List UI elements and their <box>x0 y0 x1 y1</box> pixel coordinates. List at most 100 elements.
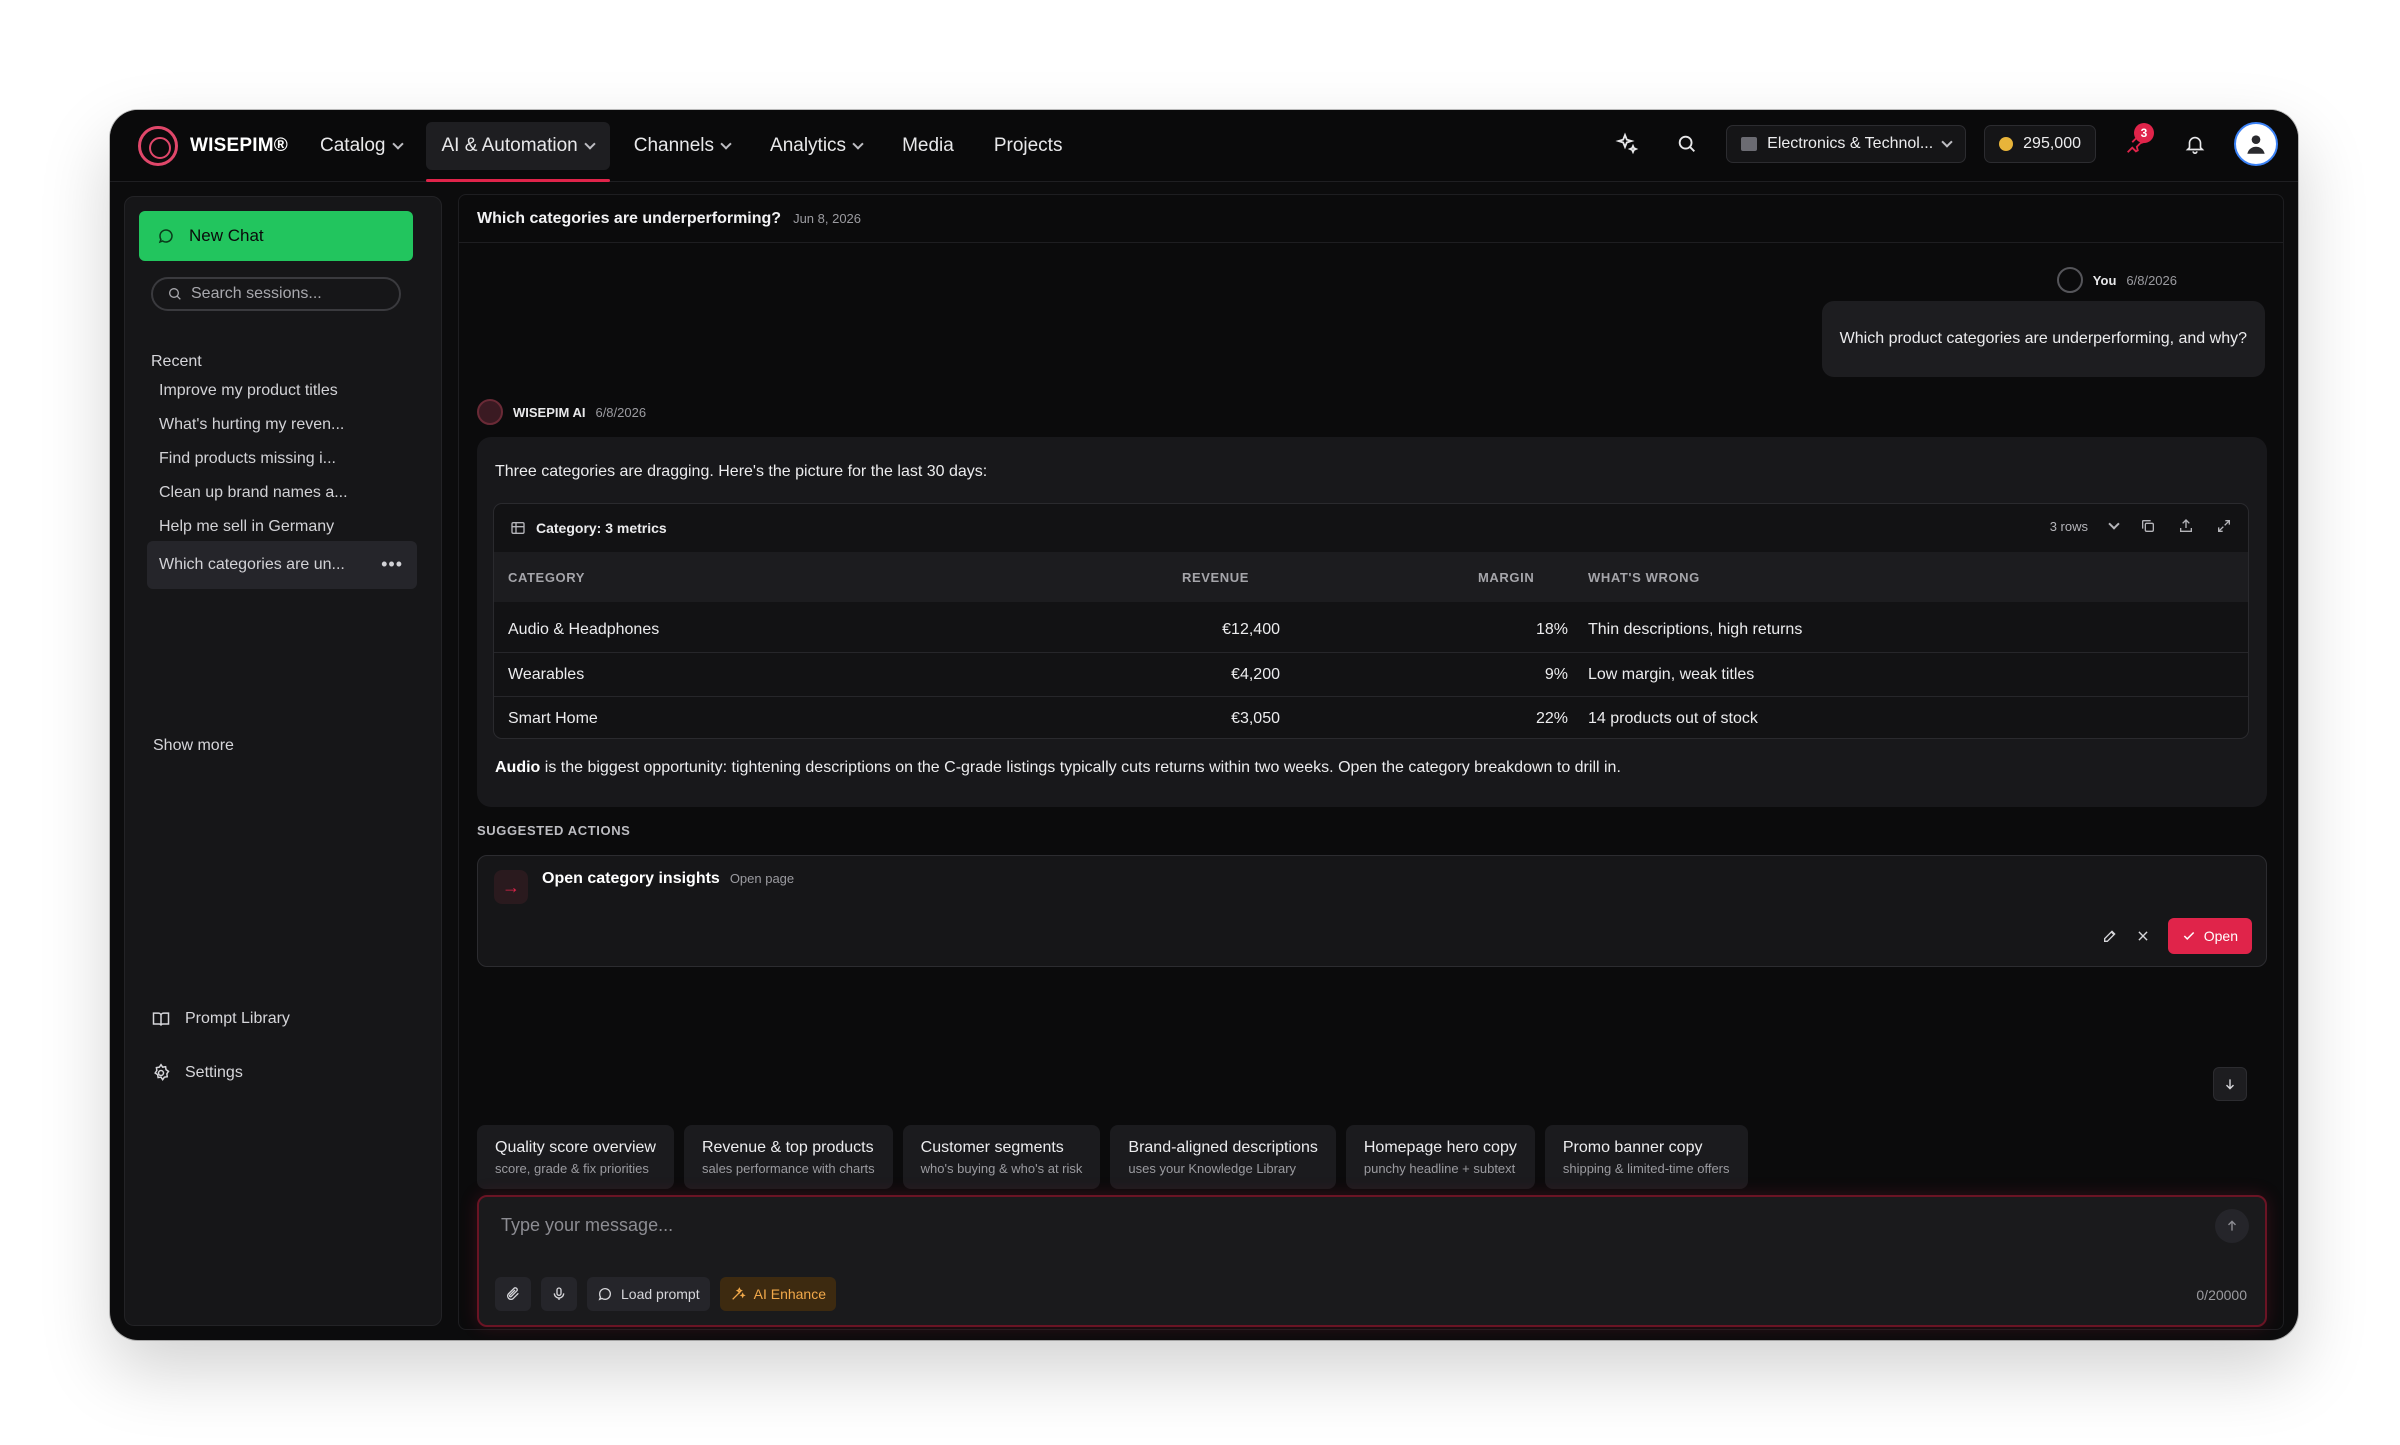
expand-icon[interactable] <box>2216 518 2232 534</box>
ai-message-date: 6/8/2026 <box>595 404 647 420</box>
column-header-margin: MARGIN <box>1478 569 1535 585</box>
settings-link[interactable]: Settings <box>151 1063 243 1083</box>
ai-enhance-button[interactable]: AI Enhance <box>719 1277 836 1311</box>
copy-icon[interactable] <box>2140 518 2156 534</box>
cell-revenue: €4,200 <box>1231 665 1280 683</box>
cell-margin: 18% <box>1535 621 1568 638</box>
session-item-active[interactable]: Which categories are un... ••• <box>147 541 417 589</box>
chip-promo-banner[interactable]: Promo banner copy shipping & limited-time… <box>1544 1125 1748 1189</box>
chevron-down-icon[interactable] <box>2108 518 2120 530</box>
brand-logo[interactable]: WISEPIM® <box>138 126 288 166</box>
coin-icon <box>1999 137 2014 151</box>
arrow-right-icon: → <box>494 870 528 904</box>
message-input[interactable]: Type your message... <box>501 1215 673 1236</box>
chip-subtitle: sales performance with charts <box>701 1160 875 1176</box>
nav-projects[interactable]: Projects <box>978 122 1079 170</box>
show-more-link[interactable]: Show more <box>153 737 234 755</box>
user-name: You <box>2092 272 2117 288</box>
summary-highlight: Audio <box>495 759 541 776</box>
microphone-button[interactable] <box>541 1277 577 1311</box>
nav-media[interactable]: Media <box>886 122 970 170</box>
ai-enhance-label: AI Enhance <box>753 1286 826 1302</box>
load-prompt-button[interactable]: Load prompt <box>587 1277 710 1311</box>
nav-analytics-label: Analytics <box>770 135 847 156</box>
suggested-action-subtitle: Open page <box>729 871 795 886</box>
user-avatar[interactable] <box>2234 122 2278 166</box>
chip-subtitle: who's buying & who's at risk <box>920 1160 1083 1176</box>
cell-category: Wearables <box>508 665 585 683</box>
user-message-meta: You 6/8/2026 <box>2056 267 2177 293</box>
pin-notifications[interactable]: 3 <box>2114 123 2156 165</box>
nav-ai-automation-label: AI & Automation <box>441 135 578 156</box>
more-options-icon[interactable]: ••• <box>381 554 403 575</box>
search-icon[interactable] <box>1666 123 1708 165</box>
chip-title: Customer segments <box>920 1138 1064 1156</box>
nav-catalog-label: Catalog <box>320 135 386 156</box>
suggested-actions-heading: SUGGESTED ACTIONS <box>477 823 631 838</box>
user-icon <box>2247 135 2265 154</box>
export-icon[interactable] <box>2178 518 2194 534</box>
chevron-down-icon <box>852 138 864 150</box>
metrics-table-card: Category: 3 metrics 3 rows CATEGORY REVE… <box>493 503 2249 739</box>
ai-name: WISEPIM AI <box>513 404 586 420</box>
nav-catalog[interactable]: Catalog <box>304 122 418 170</box>
new-chat-button[interactable]: New Chat <box>139 211 413 261</box>
chat-main-panel: Which categories are underperforming? Ju… <box>458 194 2284 1330</box>
nav-ai-automation[interactable]: AI & Automation <box>425 122 611 182</box>
table-column-headers: CATEGORY REVENUE MARGIN WHAT'S WRONG <box>494 552 2248 602</box>
microphone-icon <box>553 1287 565 1300</box>
main-nav: Catalog AI & Automation Channels Analyti… <box>304 122 1079 182</box>
open-button[interactable]: Open <box>2167 918 2252 954</box>
open-button-label: Open <box>2203 928 2238 944</box>
attach-button[interactable] <box>495 1277 531 1311</box>
suggested-action-label: Open category insights <box>542 870 720 887</box>
nav-channels[interactable]: Channels <box>618 122 746 170</box>
table-header-bar: Category: 3 metrics <box>494 504 2248 552</box>
column-header-category: CATEGORY <box>508 569 586 585</box>
nav-analytics[interactable]: Analytics <box>754 122 878 170</box>
sparkles-icon[interactable] <box>1606 123 1648 165</box>
cell-revenue: €12,400 <box>1222 621 1280 638</box>
chip-subtitle: score, grade & fix priorities <box>495 1160 649 1176</box>
cell-category: Smart Home <box>508 709 598 727</box>
chip-quality-score[interactable]: Quality score overview score, grade & fix… <box>477 1125 674 1189</box>
search-sessions-input[interactable]: Search sessions... <box>151 277 401 311</box>
close-icon[interactable] <box>2136 929 2150 943</box>
load-prompt-label: Load prompt <box>621 1286 700 1302</box>
user-message-bubble: Which product categories are underperfor… <box>1821 301 2265 377</box>
chip-customer-segments[interactable]: Customer segments who's buying & who's at… <box>902 1125 1101 1189</box>
cell-whats-wrong: 14 products out of stock <box>1588 709 1758 727</box>
message-composer: Type your message... Load prompt AI Enha… <box>477 1195 2267 1327</box>
chip-revenue[interactable]: Revenue & top products sales performance … <box>683 1125 893 1189</box>
suggested-action-title: Open category insights Open page <box>542 870 794 888</box>
store-selector[interactable]: Electronics & Technol... <box>1726 125 1967 163</box>
chevron-down-icon <box>1941 136 1953 148</box>
prompt-library-link[interactable]: Prompt Library <box>151 1009 290 1029</box>
bell-icon[interactable] <box>2174 123 2216 165</box>
scroll-down-button[interactable] <box>2213 1067 2247 1101</box>
search-icon <box>169 288 181 300</box>
send-button[interactable] <box>2215 1209 2249 1243</box>
table-row: Smart Home €3,050 22% 14 products out of… <box>494 696 2248 738</box>
credits-balance[interactable]: 295,000 <box>1984 125 2096 163</box>
cell-revenue: €3,050 <box>1231 709 1280 727</box>
flag-icon <box>1741 137 1758 151</box>
credits-value: 295,000 <box>2023 135 2081 152</box>
chat-bubble-icon <box>598 1288 611 1301</box>
nav-projects-label: Projects <box>993 135 1063 156</box>
check-icon <box>2183 931 2194 940</box>
prompt-suggestion-chips: Quality score overview score, grade & fix… <box>477 1125 1748 1189</box>
chip-title: Quality score overview <box>495 1138 656 1156</box>
chip-brand-descriptions[interactable]: Brand-aligned descriptions uses your Know… <box>1110 1125 1336 1189</box>
settings-label: Settings <box>185 1064 243 1081</box>
edit-pencil-icon[interactable] <box>2102 928 2118 944</box>
chip-homepage-hero[interactable]: Homepage hero copy punchy headline + subt… <box>1345 1125 1535 1189</box>
prompt-library-label: Prompt Library <box>185 1010 290 1027</box>
cell-margin: 22% <box>1535 709 1568 727</box>
column-header-whats-wrong: WHAT'S WRONG <box>1588 569 1700 585</box>
chip-title: Promo banner copy <box>1562 1138 1703 1156</box>
new-chat-label: New Chat <box>189 226 264 245</box>
brand-name: WISEPIM® <box>190 135 288 156</box>
store-name: Electronics & Technol... <box>1767 135 1934 152</box>
user-icon <box>2056 267 2083 293</box>
